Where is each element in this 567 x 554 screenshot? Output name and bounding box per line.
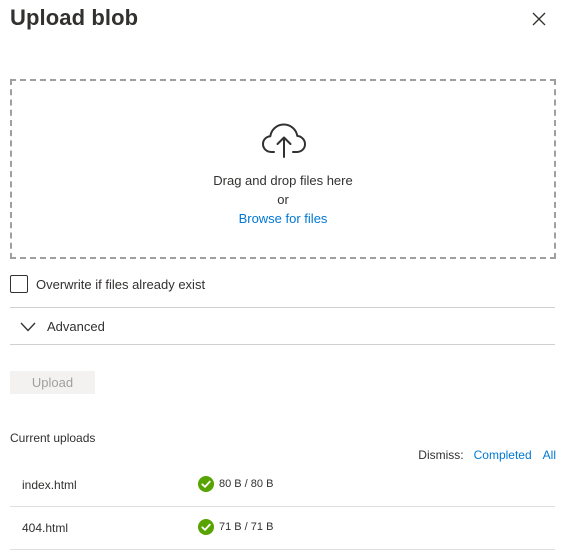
dismiss-completed-link[interactable]: Completed	[474, 448, 532, 462]
cloud-upload-icon	[262, 123, 306, 158]
upload-list-item: 404.html 71 B / 71 B	[10, 507, 555, 550]
file-dropzone[interactable]: Drag and drop files here or Browse for f…	[10, 79, 556, 259]
upload-file-name: 404.html	[22, 521, 69, 535]
overwrite-checkbox[interactable]	[10, 275, 28, 293]
close-button[interactable]	[526, 8, 552, 30]
close-icon	[532, 12, 546, 26]
upload-progress-text: 80 B / 80 B	[219, 478, 274, 490]
upload-button[interactable]: Upload	[10, 371, 95, 394]
current-uploads-heading: Current uploads	[10, 431, 96, 445]
check-circle-icon	[198, 476, 214, 492]
upload-list-item: index.html 80 B / 80 B	[10, 464, 555, 507]
upload-status: 80 B / 80 B	[198, 476, 273, 492]
upload-progress-text: 71 B / 71 B	[219, 521, 274, 533]
upload-status: 71 B / 71 B	[198, 519, 273, 535]
chevron-down-icon	[20, 322, 36, 331]
check-circle-icon	[198, 519, 214, 535]
overwrite-label: Overwrite if files already exist	[36, 276, 206, 292]
advanced-label: Advanced	[47, 319, 105, 334]
dismiss-label: Dismiss:	[418, 448, 464, 462]
upload-file-name: index.html	[22, 478, 77, 492]
divider	[10, 344, 555, 345]
overwrite-option[interactable]: Overwrite if files already exist	[10, 274, 205, 294]
or-text: or	[277, 192, 289, 207]
dismiss-bar: Dismiss: Completed All	[418, 448, 556, 462]
browse-for-files-link[interactable]: Browse for files	[12, 211, 554, 226]
drag-drop-text: Drag and drop files here	[213, 173, 353, 188]
dismiss-all-link[interactable]: All	[543, 448, 556, 462]
panel-title: Upload blob	[10, 5, 139, 30]
advanced-toggle[interactable]: Advanced	[10, 308, 555, 345]
